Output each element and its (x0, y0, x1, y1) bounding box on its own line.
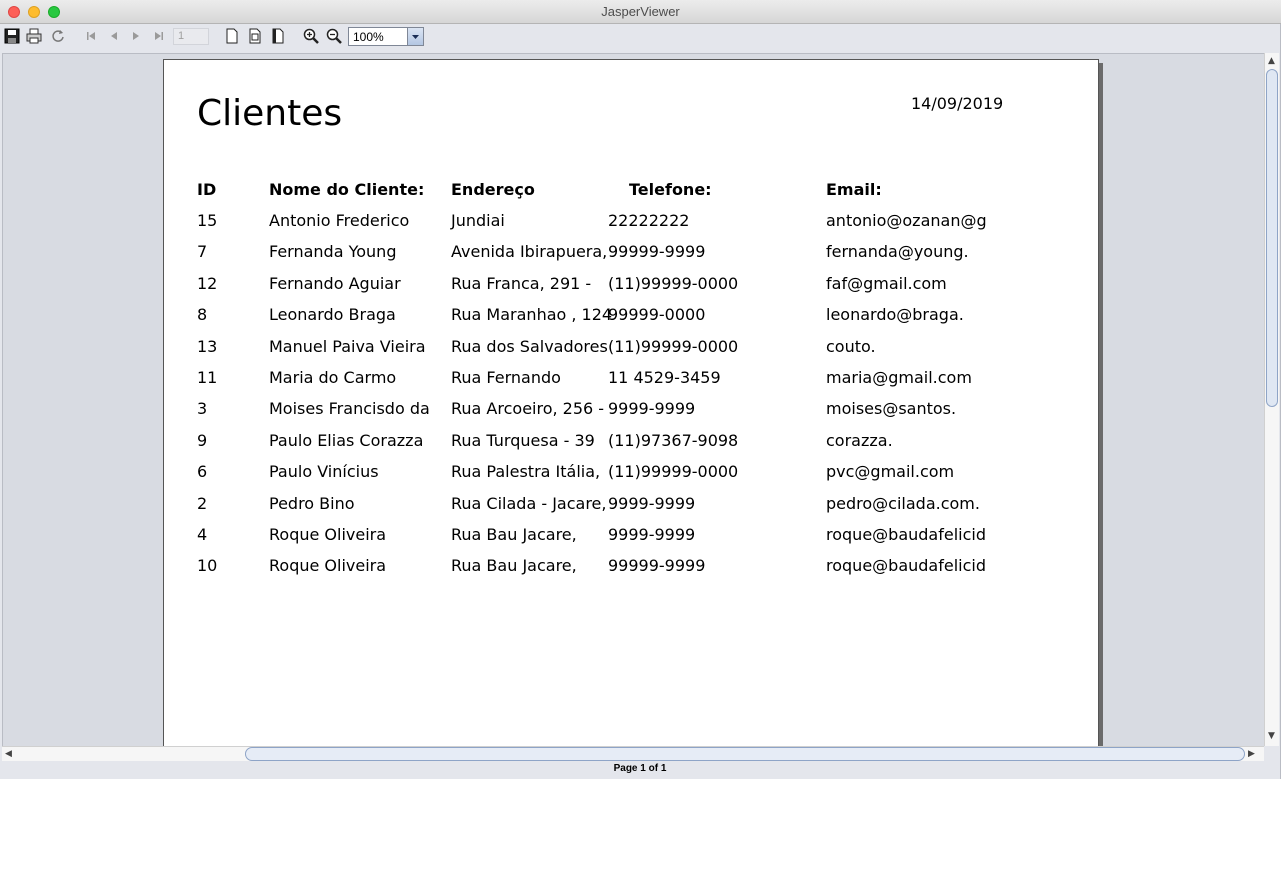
cell-email: leonardo@braga. (826, 305, 964, 325)
header-telefone: Telefone: (629, 180, 712, 199)
cell-email: pedro@cilada.com. (826, 493, 980, 513)
zoom-out-icon[interactable] (325, 27, 343, 45)
reload-icon[interactable] (49, 27, 67, 45)
last-page-icon[interactable] (150, 27, 168, 45)
scroll-up-icon[interactable]: ▲ (1268, 56, 1275, 66)
cell-email: faf@gmail.com (826, 273, 947, 293)
cell-id: 11 (197, 368, 218, 387)
zoom-select[interactable]: 100% (348, 27, 424, 46)
fit-width-icon[interactable] (269, 27, 287, 45)
report-date: 14/09/2019 (911, 94, 1004, 113)
cell-endereco: Jundiai (451, 211, 505, 230)
zoom-in-icon[interactable] (302, 27, 320, 45)
save-icon[interactable] (3, 27, 21, 45)
cell-id: 9 (197, 430, 208, 450)
first-page-icon[interactable] (82, 27, 100, 45)
toolbar: 1 100% (0, 24, 1280, 50)
horizontal-scrollbar[interactable]: ◀ ▶ (2, 746, 1264, 761)
cell-telefone: (11)99999-0000 (608, 273, 739, 293)
cell-id: 3 (197, 399, 208, 419)
header-id: ID (197, 180, 217, 199)
cell-nome: Maria do Carmo (269, 368, 397, 387)
cell-nome: Fernanda Young (269, 242, 397, 262)
print-icon[interactable] (25, 27, 43, 45)
cell-id: 15 (197, 211, 218, 230)
cell-email: roque@baudafelicid (826, 525, 986, 544)
previous-page-icon[interactable] (105, 27, 123, 45)
horizontal-scroll-thumb[interactable] (245, 747, 1245, 761)
cell-telefone: (11)99999-0000 (608, 462, 739, 482)
report-viewport[interactable]: Clientes 14/09/2019 ID Nome do Cliente: … (2, 53, 1264, 746)
cell-endereco: Rua Maranhao , 124 (451, 305, 613, 325)
cell-telefone: 9999-9999 (608, 493, 696, 513)
cell-nome: Moises Francisdo da (269, 399, 430, 419)
cell-email: corazza. (826, 430, 893, 450)
cell-endereco: Rua Fernando (451, 368, 561, 387)
cell-nome: Manuel Paiva Vieira (269, 336, 426, 356)
cell-nome: Roque Oliveira (269, 525, 387, 544)
cell-endereco: Rua Turquesa - 39 (451, 430, 595, 450)
cell-endereco: Rua Bau Jacare, (451, 525, 577, 544)
cell-id: 2 (197, 493, 208, 513)
cell-telefone: 99999-0000 (608, 305, 706, 325)
vertical-scroll-thumb[interactable] (1266, 69, 1278, 407)
cell-email: fernanda@young. (826, 242, 969, 262)
header-endereco: Endereço (451, 180, 535, 199)
cell-id: 7 (197, 242, 208, 262)
cell-nome: Antonio Frederico (269, 211, 410, 230)
header-email: Email: (826, 180, 882, 199)
cell-id: 8 (197, 305, 208, 325)
window-title: JasperViewer (601, 4, 680, 19)
cell-endereco: Rua Arcoeiro, 256 - (451, 399, 605, 419)
cell-telefone: (11)97367-9098 (608, 430, 739, 450)
cell-telefone: 99999-9999 (608, 242, 706, 262)
scroll-down-icon[interactable]: ▼ (1268, 731, 1275, 741)
cell-nome: Leonardo Braga (269, 305, 396, 325)
cell-telefone: 99999-9999 (608, 556, 706, 576)
cell-id: 4 (197, 525, 208, 544)
scroll-left-icon[interactable]: ◀ (5, 749, 12, 759)
cell-id: 10 (197, 556, 218, 576)
cell-nome: Paulo Vinícius (269, 462, 379, 482)
cell-id: 12 (197, 273, 218, 293)
scroll-right-icon[interactable]: ▶ (1248, 749, 1255, 759)
cell-id: 6 (197, 462, 208, 482)
cell-telefone: 9999-9999 (608, 399, 696, 419)
cell-telefone: 11 4529-3459 (608, 368, 721, 387)
title-bar: JasperViewer (0, 0, 1281, 24)
next-page-icon[interactable] (127, 27, 145, 45)
cell-nome: Pedro Bino (269, 493, 355, 513)
cell-nome: Fernando Aguiar (269, 273, 401, 293)
cell-nome: Roque Oliveira (269, 556, 387, 576)
cell-email: pvc@gmail.com (826, 462, 955, 482)
jasper-viewer-window: JasperViewer 1 100% Clientes 14/09/2019 … (0, 0, 1281, 779)
cell-email: moises@santos. (826, 399, 957, 419)
cell-endereco: Rua dos Salvadores (451, 336, 608, 356)
actual-size-icon[interactable] (223, 27, 241, 45)
cell-endereco: Rua Bau Jacare, (451, 556, 577, 576)
cell-email: couto. (826, 336, 876, 356)
zoom-value: 100% (353, 30, 384, 44)
cell-email: maria@gmail.com (826, 368, 972, 387)
cell-endereco: Avenida Ibirapuera, (451, 242, 608, 262)
cell-endereco: Rua Franca, 291 - (451, 273, 592, 293)
cell-telefone: 22222222 (608, 211, 690, 230)
fit-page-icon[interactable] (246, 27, 264, 45)
vertical-scrollbar[interactable]: ▲ ▼ (1264, 53, 1279, 746)
cell-endereco: Rua Cilada - Jacare, (451, 493, 607, 513)
zoom-dropdown-button[interactable] (407, 28, 423, 45)
cell-endereco: Rua Palestra Itália, (451, 462, 601, 482)
cell-telefone: 9999-9999 (608, 525, 696, 544)
report-page: Clientes 14/09/2019 ID Nome do Cliente: … (163, 59, 1099, 746)
header-nome: Nome do Cliente: (269, 180, 425, 199)
cell-id: 13 (197, 336, 218, 356)
page-number-input[interactable]: 1 (173, 28, 209, 45)
cell-email: antonio@ozanan@g (826, 211, 987, 230)
cell-telefone: (11)99999-0000 (608, 336, 739, 356)
cell-nome: Paulo Elias Corazza (269, 430, 424, 450)
chevron-down-icon (412, 35, 419, 39)
report-title: Clientes (197, 93, 343, 134)
cell-email: roque@baudafelicid (826, 556, 986, 576)
page-status: Page 1 of 1 (613, 763, 667, 774)
